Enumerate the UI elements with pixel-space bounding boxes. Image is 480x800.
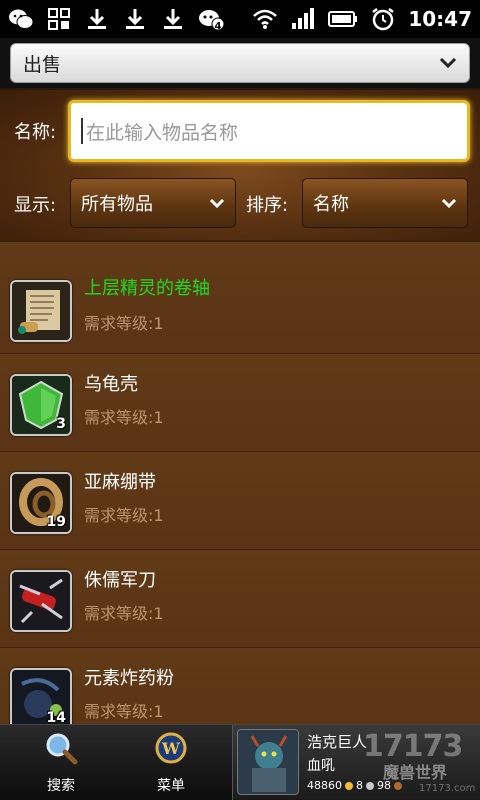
show-filter-select[interactable]: 所有物品 <box>70 178 236 228</box>
watermark-url: 17173.com <box>419 783 476 794</box>
search-button-label: 搜索 <box>47 778 75 794</box>
wechat-icon <box>8 6 34 32</box>
silver-amount: 8 <box>356 779 363 792</box>
item-level-requirement: 需求等级:1 <box>84 702 164 721</box>
item-name: 乌龟壳 <box>84 374 138 395</box>
show-label: 显示: <box>14 195 57 216</box>
download-icon <box>84 6 110 32</box>
wifi-icon <box>252 6 278 32</box>
item-level-requirement: 需求等级:1 <box>84 604 164 623</box>
menu-button-label: 菜单 <box>157 778 185 794</box>
chevron-down-icon <box>439 54 457 73</box>
download-icon <box>160 6 186 32</box>
mode-select[interactable]: 出售 <box>10 43 470 83</box>
sort-value: 名称 <box>313 194 349 215</box>
sort-label: 排序: <box>246 195 289 216</box>
watermark-subtitle: 魔兽世界 <box>383 763 448 782</box>
list-item[interactable]: 14 元素炸药粉 需求等级:1 <box>0 648 480 724</box>
silver-coin-icon <box>366 781 374 790</box>
chevron-down-icon <box>209 194 225 213</box>
item-name-placeholder: 在此输入物品名称 <box>86 121 239 144</box>
menu-button[interactable]: W 菜单 <box>116 725 226 800</box>
item-level-requirement: 需求等级:1 <box>84 506 164 525</box>
item-name-input[interactable]: 在此输入物品名称 <box>68 100 470 162</box>
item-level-requirement: 需求等级:1 <box>84 408 164 427</box>
top-bar: 出售 <box>0 38 480 90</box>
powder-pouch-icon: 14 <box>10 668 72 724</box>
signal-icon <box>290 6 316 32</box>
army-knife-icon <box>10 570 72 632</box>
item-count: 3 <box>56 416 66 432</box>
grid-app-icon <box>46 6 72 32</box>
magnifier-icon <box>44 731 78 769</box>
wow-logo-icon: W <box>154 731 188 769</box>
status-bar: 4 10:47 <box>0 0 480 38</box>
list-item[interactable]: 上层精灵的卷轴 需求等级:1 <box>0 242 480 354</box>
bandage-icon: 19 <box>10 472 72 534</box>
item-name: 上层精灵的卷轴 <box>84 278 210 299</box>
notification-count: 4 <box>214 21 222 32</box>
clock-time: 10:47 <box>408 7 472 31</box>
svg-text:W: W <box>161 739 181 758</box>
list-item[interactable]: 19 亚麻绷带 需求等级:1 <box>0 452 480 550</box>
text-cursor <box>81 118 83 144</box>
scroll-icon <box>10 280 72 342</box>
show-filter-value: 所有物品 <box>81 194 153 215</box>
item-name: 元素炸药粉 <box>84 668 174 689</box>
gold-amount: 48860 <box>307 779 342 792</box>
name-label: 名称: <box>14 122 57 143</box>
character-panel[interactable]: 浩克巨人 血吼 48860 8 98 17173 魔兽世界 17173.com <box>232 725 480 800</box>
item-list[interactable]: 上层精灵的卷轴 需求等级:1 3 乌龟壳 需求等级:1 19 亚麻绷带 需求等级… <box>0 240 480 724</box>
character-realm: 血吼 <box>307 758 335 774</box>
item-name: 亚麻绷带 <box>84 472 156 493</box>
item-count: 19 <box>46 514 66 530</box>
item-level-requirement: 需求等级:1 <box>84 314 164 333</box>
character-portrait <box>237 729 299 795</box>
sort-select[interactable]: 名称 <box>302 178 468 228</box>
list-item[interactable]: 3 乌龟壳 需求等级:1 <box>0 354 480 452</box>
gold-coin-icon <box>345 781 353 790</box>
battery-icon <box>328 6 358 32</box>
turtle-shell-icon: 3 <box>10 374 72 436</box>
bottom-nav: 搜索 W 菜单 浩克巨人 血吼 48860 8 98 17173 魔兽世界 17… <box>0 724 480 800</box>
item-count: 14 <box>46 710 66 724</box>
notification-icon: 4 <box>198 6 224 32</box>
search-button[interactable]: 搜索 <box>6 725 116 800</box>
item-name: 侏儒军刀 <box>84 570 156 591</box>
mode-select-value: 出售 <box>23 53 62 76</box>
alarm-icon <box>370 6 396 32</box>
filter-panel: 名称: 在此输入物品名称 显示: 所有物品 排序: 名称 <box>0 90 480 240</box>
download-icon <box>122 6 148 32</box>
list-item[interactable]: 侏儒军刀 需求等级:1 <box>0 550 480 648</box>
character-name: 浩克巨人 <box>307 733 368 751</box>
chevron-down-icon <box>441 194 457 213</box>
